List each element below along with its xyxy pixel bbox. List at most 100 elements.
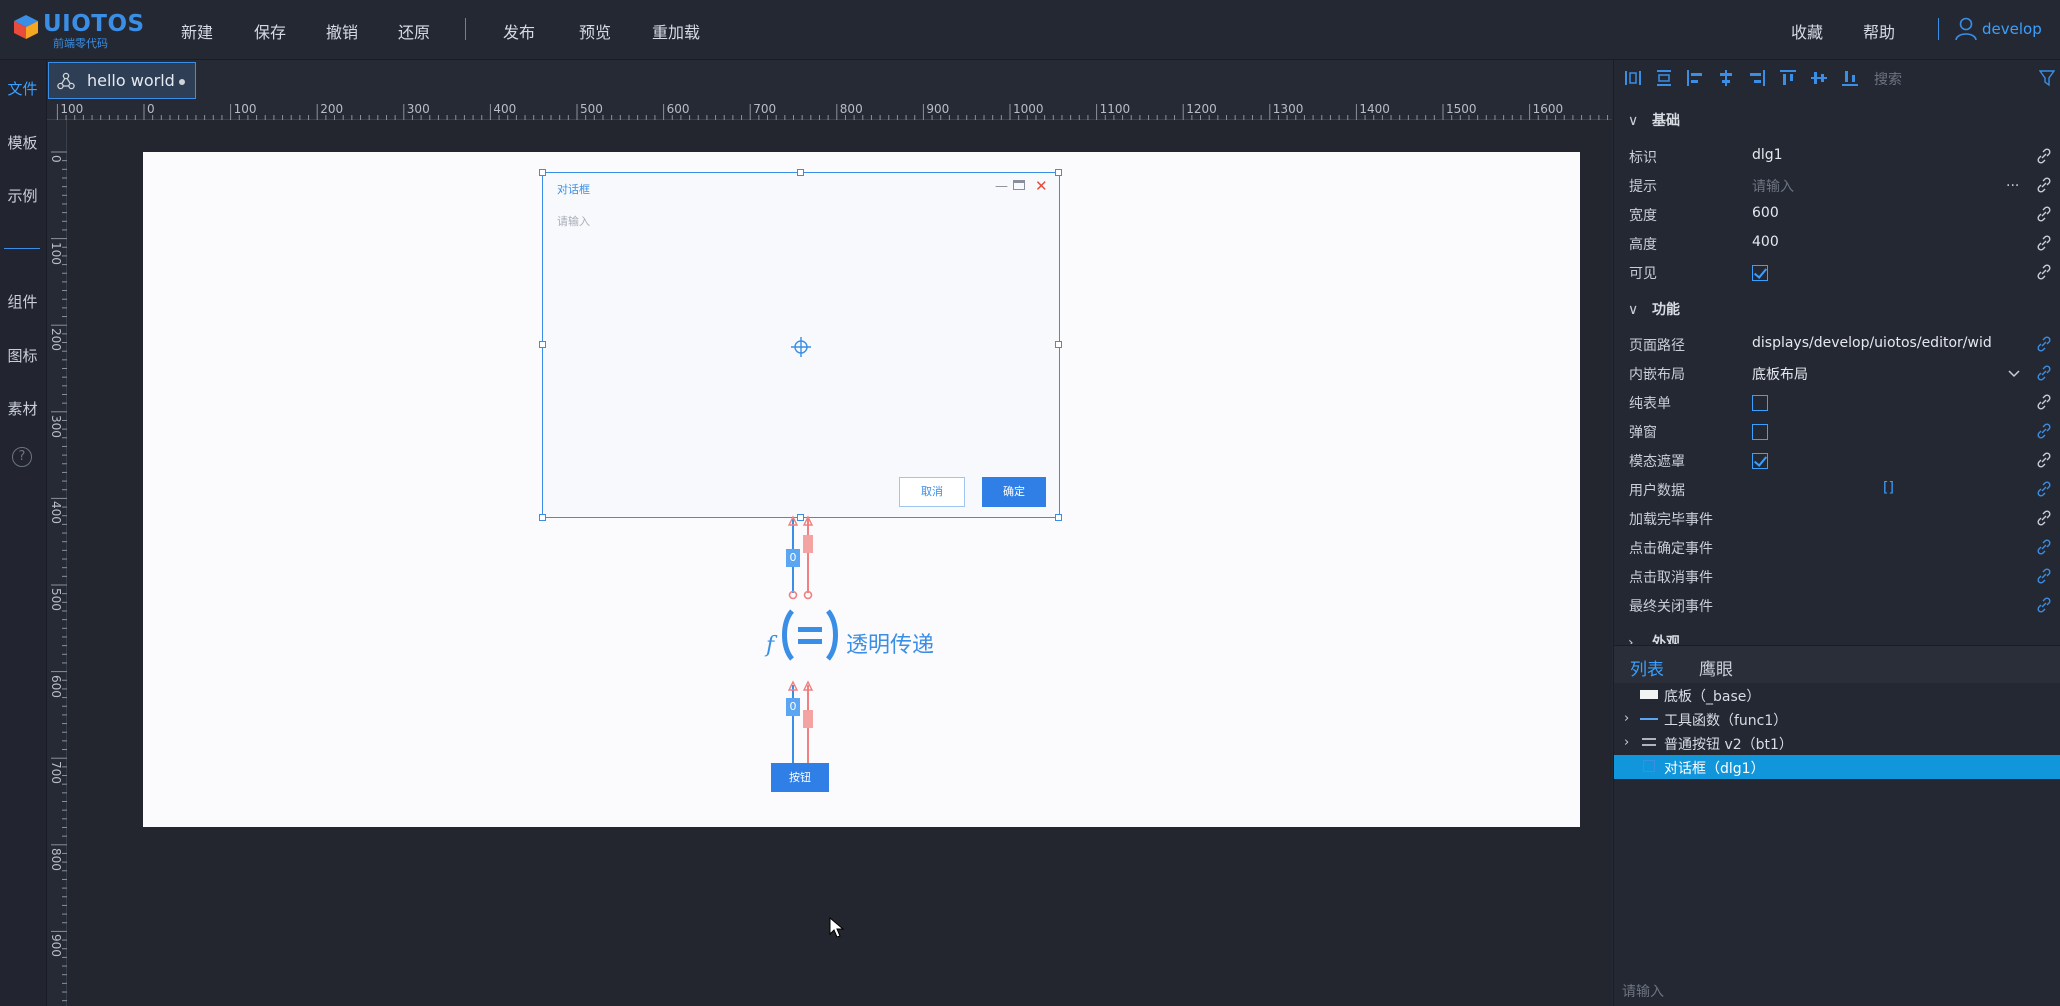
maximize-icon[interactable] bbox=[1013, 180, 1025, 190]
sidebar-item-components[interactable]: 组件 bbox=[0, 291, 45, 312]
sidebar-item-assets[interactable]: 素材 bbox=[0, 398, 45, 419]
tree-item-dialog[interactable]: 对话框（dlg1） bbox=[1614, 755, 2060, 779]
link-port-bottom[interactable]: 0 bbox=[786, 698, 800, 716]
link-icon[interactable] bbox=[2036, 336, 2052, 352]
layout-select[interactable]: 底板布局 bbox=[1752, 364, 2004, 384]
menu-save[interactable]: 保存 bbox=[254, 19, 286, 43]
horizontal-ruler[interactable]: 100 0 100 200 300 400 500 600 700 800 900 1000 1100 1… bbox=[47, 100, 1612, 120]
chevron-down-icon[interactable] bbox=[2007, 367, 2021, 381]
resize-handle[interactable] bbox=[539, 514, 546, 521]
canvas-button-widget[interactable]: 按钮 bbox=[771, 763, 829, 792]
ruler-label: 100 bbox=[49, 241, 63, 265]
function-node[interactable]: f bbox=[758, 595, 843, 685]
section-function[interactable]: ∨ 功能 bbox=[1628, 299, 1680, 319]
link-icon[interactable] bbox=[2036, 206, 2052, 222]
align-middle-icon[interactable] bbox=[1810, 69, 1828, 87]
dialog-title: 对话框 bbox=[557, 183, 590, 196]
menu-publish[interactable]: 发布 bbox=[503, 19, 535, 43]
width-field[interactable]: 600 bbox=[1752, 205, 2004, 221]
resize-handle[interactable] bbox=[797, 169, 804, 176]
link-icon[interactable] bbox=[2036, 452, 2052, 468]
close-icon[interactable]: ✕ bbox=[1035, 177, 1048, 195]
menu-preview[interactable]: 预览 bbox=[579, 19, 611, 43]
visible-checkbox[interactable] bbox=[1752, 265, 1768, 281]
prop-row-cancel-event: 点击取消事件 bbox=[1614, 562, 2060, 591]
minimize-icon[interactable]: — bbox=[995, 179, 1008, 194]
user-name[interactable]: develop bbox=[1982, 20, 2042, 38]
prop-row-layout: 内嵌布局 底板布局 bbox=[1614, 359, 2060, 388]
ruler-label: 800 bbox=[49, 847, 63, 871]
align-left-icon[interactable] bbox=[1686, 69, 1704, 87]
align-center-icon[interactable] bbox=[1717, 69, 1735, 87]
link-icon[interactable] bbox=[2036, 365, 2052, 381]
more-button[interactable]: ... bbox=[2006, 174, 2019, 190]
chevron-right-icon[interactable]: › bbox=[1624, 711, 1629, 726]
sidebar-item-example[interactable]: 示例 bbox=[0, 185, 45, 206]
chevron-right-icon[interactable]: › bbox=[1624, 735, 1629, 750]
ruler-label: 1600 bbox=[1532, 102, 1564, 116]
link-icon[interactable] bbox=[2036, 510, 2052, 526]
dialog-input-placeholder[interactable]: 请输入 bbox=[557, 213, 590, 229]
link-icon[interactable] bbox=[2036, 423, 2052, 439]
menu-help[interactable]: 帮助 bbox=[1863, 19, 1895, 43]
sidebar-item-template[interactable]: 模板 bbox=[0, 132, 45, 153]
help-icon[interactable]: ? bbox=[12, 447, 32, 467]
crosshair-icon[interactable] bbox=[790, 336, 812, 358]
menu-undo[interactable]: 撤销 bbox=[326, 19, 358, 43]
menu-redo[interactable]: 还原 bbox=[398, 19, 430, 43]
section-basic[interactable]: ∨ 基础 bbox=[1628, 110, 1680, 130]
vertical-ruler[interactable]: 0 100 200 300 400 500 600 700 800 900 bbox=[47, 120, 67, 1006]
resize-handle[interactable] bbox=[1055, 341, 1062, 348]
id-field[interactable]: dlg1 bbox=[1752, 147, 2004, 163]
function-node-label: 透明传递 bbox=[846, 633, 935, 658]
resize-handle[interactable] bbox=[1055, 169, 1062, 176]
tree-item-button[interactable]: › 普通按钮 v2（bt1） bbox=[1614, 731, 2060, 755]
link-icon[interactable] bbox=[2036, 394, 2052, 410]
distribute-vertical-icon[interactable] bbox=[1655, 69, 1673, 87]
resize-handle[interactable] bbox=[539, 169, 546, 176]
align-bottom-icon[interactable] bbox=[1841, 69, 1859, 87]
sidebar-item-file[interactable]: 文件 bbox=[0, 78, 45, 99]
link-icon[interactable] bbox=[2036, 177, 2052, 193]
menu-reload[interactable]: 重加载 bbox=[652, 19, 700, 43]
app-logo[interactable]: UIOTOS 前端零代码 bbox=[13, 10, 144, 50]
popup-checkbox[interactable] bbox=[1752, 424, 1768, 440]
path-field[interactable]: displays/develop/uiotos/editor/widgets bbox=[1752, 335, 1992, 351]
link-icon[interactable] bbox=[2036, 481, 2052, 497]
menu-new[interactable]: 新建 bbox=[181, 19, 213, 43]
resize-handle[interactable] bbox=[1055, 514, 1062, 521]
menu-favorite[interactable]: 收藏 bbox=[1791, 19, 1823, 43]
graph-icon bbox=[57, 72, 75, 90]
link-icon[interactable] bbox=[2036, 264, 2052, 280]
section-appearance[interactable]: › 外观 bbox=[1628, 632, 1680, 644]
align-top-icon[interactable] bbox=[1779, 69, 1797, 87]
sidebar-item-icons[interactable]: 图标 bbox=[0, 345, 45, 366]
link-icon[interactable] bbox=[2036, 539, 2052, 555]
tab-eagle-eye[interactable]: 鹰眼 bbox=[1699, 655, 1733, 680]
tree-item-base[interactable]: 底板（_base） bbox=[1614, 683, 2060, 707]
pure-form-checkbox[interactable] bbox=[1752, 395, 1768, 411]
hint-field[interactable]: 请输入 bbox=[1752, 176, 2004, 196]
user-data-field[interactable]: [] bbox=[1883, 480, 1894, 496]
filter-icon[interactable] bbox=[2039, 69, 2055, 87]
dialog-ok-button[interactable]: 确定 bbox=[982, 477, 1046, 507]
tab-list[interactable]: 列表 bbox=[1630, 655, 1664, 680]
tree-item-func[interactable]: › 工具函数（func1） bbox=[1614, 707, 2060, 731]
dialog-cancel-button[interactable]: 取消 bbox=[899, 477, 965, 507]
property-search-input[interactable]: 搜索 bbox=[1874, 69, 1902, 89]
tab-hello-world[interactable]: hello world bbox=[48, 62, 196, 99]
user-icon[interactable] bbox=[1955, 17, 1977, 41]
link-icon[interactable] bbox=[2036, 568, 2052, 584]
prop-label: 纯表单 bbox=[1629, 396, 1671, 412]
link-icon[interactable] bbox=[2036, 235, 2052, 251]
prop-row-loaded-event: 加载完毕事件 bbox=[1614, 504, 2060, 533]
link-port-top[interactable]: 0 bbox=[786, 549, 800, 567]
distribute-horizontal-icon[interactable] bbox=[1624, 69, 1642, 87]
align-right-icon[interactable] bbox=[1748, 69, 1766, 87]
height-field[interactable]: 400 bbox=[1752, 234, 2004, 250]
link-icon[interactable] bbox=[2036, 148, 2052, 164]
modal-checkbox[interactable] bbox=[1752, 453, 1768, 469]
link-icon[interactable] bbox=[2036, 597, 2052, 613]
tree-filter-input[interactable]: 请输入 bbox=[1622, 981, 1664, 1001]
resize-handle[interactable] bbox=[539, 341, 546, 348]
